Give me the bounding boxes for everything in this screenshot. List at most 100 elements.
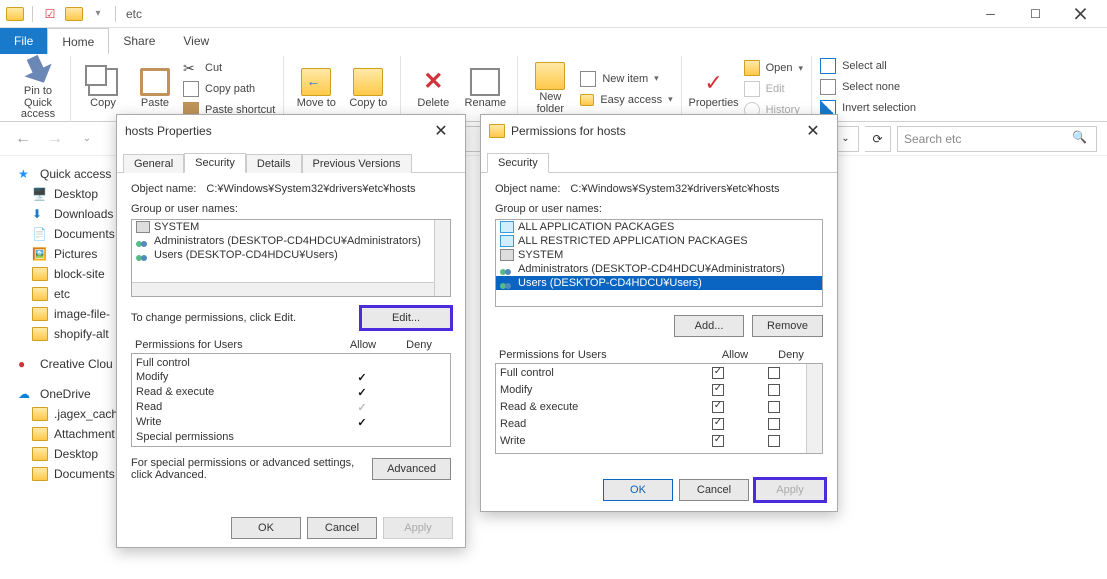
paste-button[interactable]: Paste — [131, 68, 179, 110]
close-button[interactable]: ⨯ — [1058, 0, 1103, 28]
qat-checkbox-icon[interactable]: ☑ — [39, 3, 61, 25]
advanced-text: For special permissions or advanced sett… — [131, 457, 364, 481]
allow-checkbox[interactable] — [712, 367, 724, 379]
edit-button[interactable]: Edit... — [361, 307, 451, 329]
rename-icon — [470, 68, 500, 96]
properties-icon: ✓ — [699, 68, 729, 96]
tab-file[interactable]: File — [0, 28, 47, 54]
user-list[interactable]: SYSTEM Administrators (DESKTOP-CD4HDCU¥A… — [131, 219, 451, 297]
dialog-tabs: General Security Details Previous Versio… — [117, 147, 465, 173]
object-path: C:¥Windows¥System32¥drivers¥etc¥hosts — [206, 183, 415, 195]
move-to-button[interactable]: Move to — [292, 68, 340, 110]
tab-security[interactable]: Security — [487, 153, 549, 173]
folder-icon — [32, 287, 48, 301]
maximize-button[interactable]: ☐ — [1013, 0, 1058, 28]
refresh-button[interactable]: ⟳ — [865, 126, 891, 152]
qat-dropdown[interactable]: ▾ — [87, 3, 109, 25]
close-icon[interactable]: ✕ — [425, 117, 457, 145]
select-none-button[interactable]: Select none — [820, 77, 916, 97]
scrollbar-vertical[interactable] — [434, 220, 450, 296]
list-item: SYSTEM — [496, 248, 822, 262]
perm-row: Full control — [496, 366, 806, 383]
object-name-label: Object name: — [495, 183, 560, 195]
search-icon: 🔍 — [1072, 130, 1090, 148]
add-button[interactable]: Add... — [674, 315, 744, 337]
new-folder-button[interactable]: New folder — [526, 62, 574, 115]
user-list[interactable]: ALL APPLICATION PACKAGES ALL RESTRICTED … — [495, 219, 823, 307]
forward-button[interactable]: → — [42, 126, 68, 152]
check-icon: ✓ — [357, 417, 366, 429]
download-icon: ⬇ — [32, 207, 48, 221]
pin-quick-access-button[interactable]: Pin to Quick access — [14, 56, 62, 121]
copy-path-icon — [183, 81, 199, 97]
allow-checkbox[interactable] — [712, 384, 724, 396]
change-permissions-text: To change permissions, click Edit. — [131, 312, 296, 324]
rename-button[interactable]: Rename — [461, 68, 509, 110]
allow-checkbox[interactable] — [712, 435, 724, 447]
tab-previous-versions[interactable]: Previous Versions — [302, 154, 412, 173]
group-label: Group or user names: — [131, 203, 451, 215]
new-item-button[interactable]: New item — [580, 69, 672, 89]
back-button[interactable]: ← — [10, 126, 36, 152]
package-icon — [500, 235, 514, 247]
close-icon[interactable]: ✕ — [797, 117, 829, 145]
deny-checkbox[interactable] — [768, 384, 780, 396]
easy-access-button[interactable]: Easy access — [580, 90, 672, 110]
ok-button[interactable]: OK — [231, 517, 301, 539]
list-item: Users (DESKTOP-CD4HDCU¥Users) — [132, 248, 450, 262]
cut-button[interactable]: ✂Cut — [183, 58, 275, 78]
minimize-button[interactable]: ─ — [968, 0, 1013, 28]
tab-general[interactable]: General — [123, 154, 184, 173]
scrollbar-vertical[interactable] — [806, 364, 822, 453]
permissions-table: Permissions for UsersAllowDeny Full cont… — [131, 337, 451, 447]
dialog-title: hosts Properties — [125, 124, 212, 138]
edit-button[interactable]: Edit — [744, 79, 803, 99]
tab-security[interactable]: Security — [184, 153, 246, 173]
perm-row: Full control — [132, 356, 450, 370]
copy-path-button[interactable]: Copy path — [183, 79, 275, 99]
properties-button[interactable]: ✓Properties — [690, 68, 738, 110]
folder-icon — [63, 3, 85, 25]
tab-details[interactable]: Details — [246, 154, 302, 173]
folder-move-icon — [301, 68, 331, 96]
dialog-titlebar[interactable]: Permissions for hosts ✕ — [481, 115, 837, 147]
deny-checkbox[interactable] — [768, 435, 780, 447]
perm-row: Read & execute — [496, 400, 806, 417]
open-button[interactable]: Open — [744, 58, 803, 78]
cancel-button[interactable]: Cancel — [679, 479, 749, 501]
allow-checkbox[interactable] — [712, 401, 724, 413]
deny-checkbox[interactable] — [768, 418, 780, 430]
scrollbar-horizontal[interactable] — [132, 282, 434, 296]
remove-button[interactable]: Remove — [752, 315, 823, 337]
folder-icon — [32, 327, 48, 341]
tab-share[interactable]: Share — [109, 28, 169, 54]
list-item: SYSTEM — [132, 220, 450, 234]
recent-dropdown[interactable]: ⌄ — [74, 126, 100, 152]
advanced-button[interactable]: Advanced — [372, 458, 451, 480]
folder-icon — [4, 3, 26, 25]
select-all-button[interactable]: Select all — [820, 56, 916, 76]
ok-button[interactable]: OK — [603, 479, 673, 501]
cancel-button[interactable]: Cancel — [307, 517, 377, 539]
apply-button[interactable]: Apply — [383, 517, 453, 539]
system-icon — [500, 249, 514, 261]
check-icon: ✓ — [357, 402, 366, 414]
dialog-titlebar[interactable]: hosts Properties ✕ — [117, 115, 465, 147]
search-input[interactable]: Search etc🔍 — [897, 126, 1097, 152]
apply-button[interactable]: Apply — [755, 479, 825, 501]
copy-button[interactable]: Copy — [79, 68, 127, 110]
dialog-title: Permissions for hosts — [511, 124, 626, 138]
deny-checkbox[interactable] — [768, 401, 780, 413]
perm-row: Read & execute✓ — [132, 385, 450, 400]
allow-checkbox[interactable] — [712, 418, 724, 430]
list-item: ALL APPLICATION PACKAGES — [496, 220, 822, 234]
copy-icon — [88, 68, 118, 96]
deny-checkbox[interactable] — [768, 367, 780, 379]
folder-icon — [32, 427, 48, 441]
clipboard-icon — [140, 68, 170, 96]
delete-button[interactable]: ✕Delete — [409, 68, 457, 110]
tab-home[interactable]: Home — [47, 28, 109, 54]
copy-to-button[interactable]: Copy to — [344, 68, 392, 110]
tab-view[interactable]: View — [169, 28, 223, 54]
system-icon — [136, 221, 150, 233]
